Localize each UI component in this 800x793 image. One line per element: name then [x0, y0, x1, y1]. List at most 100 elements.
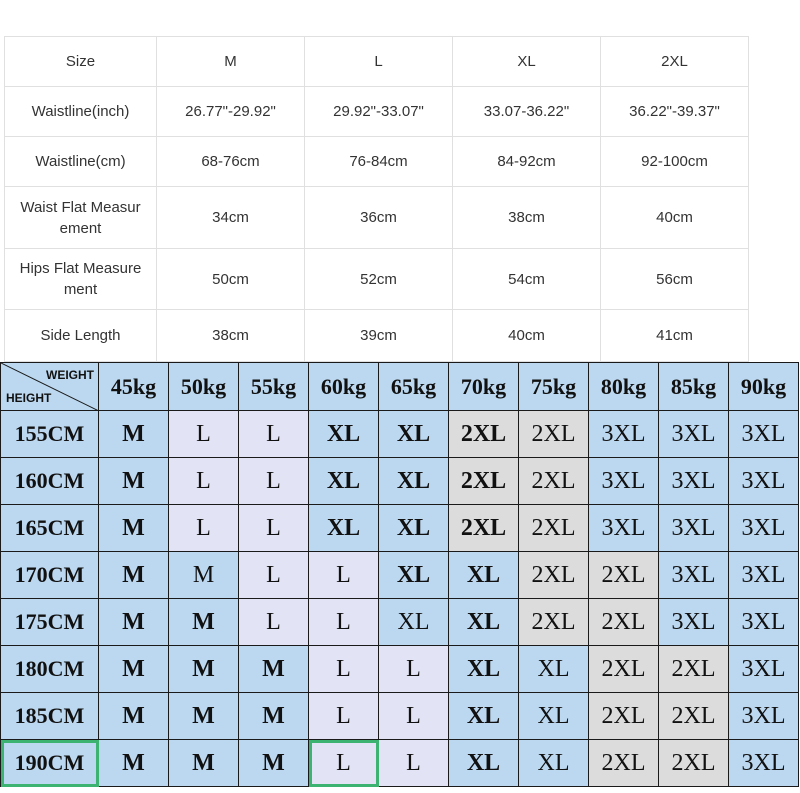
- table-row: Waistline(inch) 26.77"-29.92" 29.92"-33.…: [4, 86, 749, 137]
- table-cell: 36cm: [304, 186, 453, 249]
- height-label: 185CM: [0, 692, 99, 740]
- height-label: 175CM: [0, 598, 99, 646]
- size-cell: L: [308, 645, 379, 693]
- table-cell: 26.77"-29.92": [156, 86, 305, 137]
- table-cell: 50cm: [156, 248, 305, 310]
- weight-header: 70kg: [448, 362, 519, 411]
- size-cell: 2XL: [518, 410, 589, 458]
- size-cell: L: [238, 410, 309, 458]
- row-label: Waist Flat Measur ement: [4, 186, 157, 249]
- weight-header: 45kg: [98, 362, 169, 411]
- size-cell: L: [308, 739, 379, 787]
- size-cell: M: [98, 410, 169, 458]
- size-cell: 2XL: [518, 551, 589, 599]
- header-cell: L: [304, 36, 453, 87]
- size-cell: 2XL: [448, 457, 519, 505]
- size-cell: 3XL: [588, 504, 659, 552]
- size-cell: L: [308, 551, 379, 599]
- size-cell: XL: [518, 739, 589, 787]
- height-row: 180CM M M M L L XL XL 2XL 2XL 3XL: [0, 645, 799, 693]
- size-cell: XL: [448, 551, 519, 599]
- height-row: 190CM M M M L L XL XL 2XL 2XL 3XL: [0, 739, 799, 787]
- size-cell: 3XL: [588, 410, 659, 458]
- table-cell: 36.22"-39.37": [600, 86, 749, 137]
- size-cell: M: [168, 739, 239, 787]
- table-cell: 29.92"-33.07": [304, 86, 453, 137]
- weight-header: 75kg: [518, 362, 589, 411]
- weight-header: 60kg: [308, 362, 379, 411]
- header-cell: Size: [4, 36, 157, 87]
- height-row: 160CM M L L XL XL 2XL 2XL 3XL 3XL 3XL: [0, 457, 799, 505]
- size-cell: XL: [308, 410, 379, 458]
- size-cell: 3XL: [728, 692, 799, 740]
- size-cell: M: [168, 551, 239, 599]
- size-header-row: Size M L XL 2XL: [4, 36, 749, 87]
- size-cell: XL: [308, 504, 379, 552]
- size-cell: 2XL: [658, 692, 729, 740]
- size-cell: XL: [378, 551, 449, 599]
- table-cell: 92-100cm: [600, 136, 749, 187]
- size-cell: 2XL: [658, 739, 729, 787]
- size-cell: 2XL: [518, 457, 589, 505]
- height-label: 190CM: [0, 739, 99, 787]
- weight-height-size-chart: WEIGHT HEIGHT 45kg 50kg 55kg 60kg 65kg 7…: [0, 362, 799, 787]
- weight-axis-label: WEIGHT: [46, 368, 94, 382]
- size-cell: 3XL: [658, 598, 729, 646]
- size-cell: 3XL: [728, 598, 799, 646]
- size-cell: XL: [448, 692, 519, 740]
- height-row: 170CM M M L L XL XL 2XL 2XL 3XL 3XL: [0, 551, 799, 599]
- table-cell: 33.07-36.22": [452, 86, 601, 137]
- size-cell: 3XL: [728, 739, 799, 787]
- size-cell: XL: [378, 457, 449, 505]
- size-cell: 2XL: [588, 551, 659, 599]
- header-cell: 2XL: [600, 36, 749, 87]
- size-cell: L: [308, 598, 379, 646]
- weight-header-row: WEIGHT HEIGHT 45kg 50kg 55kg 60kg 65kg 7…: [0, 362, 799, 411]
- corner-cell: WEIGHT HEIGHT: [0, 362, 99, 411]
- size-cell: 2XL: [448, 410, 519, 458]
- size-cell: M: [238, 692, 309, 740]
- size-cell: 2XL: [448, 504, 519, 552]
- size-cell: XL: [378, 410, 449, 458]
- table-cell: 38cm: [156, 309, 305, 362]
- weight-header: 55kg: [238, 362, 309, 411]
- size-cell: 3XL: [658, 551, 729, 599]
- size-cell: M: [98, 457, 169, 505]
- size-cell: 3XL: [728, 410, 799, 458]
- size-cell: 2XL: [518, 504, 589, 552]
- size-cell: XL: [448, 645, 519, 693]
- size-cell: 3XL: [728, 645, 799, 693]
- size-cell: L: [168, 457, 239, 505]
- size-cell: XL: [448, 598, 519, 646]
- size-cell: L: [378, 739, 449, 787]
- weight-header: 50kg: [168, 362, 239, 411]
- table-cell: 39cm: [304, 309, 453, 362]
- row-label: Waistline(inch): [4, 86, 157, 137]
- size-cell: M: [98, 598, 169, 646]
- size-cell: 3XL: [658, 457, 729, 505]
- height-row: 175CM M M L L XL XL 2XL 2XL 3XL 3XL: [0, 598, 799, 646]
- weight-header: 65kg: [378, 362, 449, 411]
- table-row: Hips Flat Measure ment 50cm 52cm 54cm 56…: [4, 248, 749, 310]
- size-cell: 2XL: [518, 598, 589, 646]
- weight-header: 85kg: [658, 362, 729, 411]
- size-cell: 2XL: [658, 645, 729, 693]
- height-row: 155CM M L L XL XL 2XL 2XL 3XL 3XL 3XL: [0, 410, 799, 458]
- header-cell: XL: [452, 36, 601, 87]
- size-cell: XL: [448, 739, 519, 787]
- size-cell: XL: [378, 598, 449, 646]
- size-cell: XL: [378, 504, 449, 552]
- table-cell: 56cm: [600, 248, 749, 310]
- table-row: Waistline(cm) 68-76cm 76-84cm 84-92cm 92…: [4, 136, 749, 187]
- size-cell: L: [378, 645, 449, 693]
- height-row: 185CM M M M L L XL XL 2XL 2XL 3XL: [0, 692, 799, 740]
- size-cell: M: [98, 645, 169, 693]
- size-cell: 3XL: [728, 504, 799, 552]
- size-cell: L: [238, 457, 309, 505]
- table-cell: 41cm: [600, 309, 749, 362]
- size-cell: M: [168, 645, 239, 693]
- table-cell: 84-92cm: [452, 136, 601, 187]
- size-cell: 2XL: [588, 692, 659, 740]
- height-label: 170CM: [0, 551, 99, 599]
- size-cell: L: [168, 410, 239, 458]
